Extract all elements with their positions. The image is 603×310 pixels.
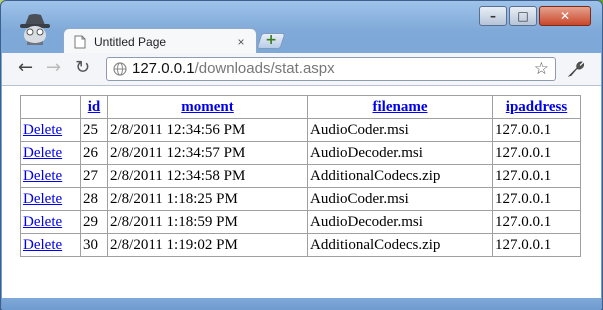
downloads-table: id moment filename ipaddress Delete 25 2/8…: [20, 95, 581, 257]
cell-filename: AudioCoder.msi: [307, 118, 493, 142]
cell-ipaddress: 127.0.0.1: [492, 164, 581, 188]
cell-filename: AdditionalCodecs.zip: [307, 164, 493, 188]
tab-title: Untitled Page: [94, 34, 167, 49]
url-text: 127.0.0.1/downloads/stat.aspx: [132, 60, 335, 78]
header-filename: filename: [307, 95, 493, 119]
globe-icon: [113, 62, 127, 76]
delete-link[interactable]: Delete: [23, 168, 62, 184]
minimize-button[interactable]: –: [479, 6, 507, 26]
browser-toolbar: ← → ↻ 127.0.0.1/downloads/stat.aspx ☆: [2, 53, 601, 86]
table-row: Delete 26 2/8/2011 12:34:57 PM AudioDecoder…: [20, 141, 581, 165]
cell-ipaddress: 127.0.0.1: [492, 118, 581, 142]
url-host: 127.0.0.1: [132, 60, 195, 77]
cell-filename: AdditionalCodecs.zip: [307, 233, 493, 257]
bookmark-star-icon[interactable]: ☆: [534, 59, 549, 79]
cell-id: 26: [80, 141, 108, 165]
header-ipaddress: ipaddress: [492, 95, 581, 119]
new-tab-button[interactable]: +: [256, 32, 286, 49]
address-bar[interactable]: 127.0.0.1/downloads/stat.aspx ☆: [106, 57, 556, 81]
window-bottom-frame: [2, 298, 601, 310]
cell-action: Delete: [20, 187, 81, 211]
cell-action: Delete: [20, 118, 81, 142]
delete-link[interactable]: Delete: [23, 237, 62, 253]
maximize-button[interactable]: □: [509, 6, 537, 26]
reload-icon[interactable]: ↻: [75, 59, 90, 77]
sort-id-link[interactable]: id: [88, 99, 101, 115]
cell-id: 29: [80, 210, 108, 234]
page-content: id moment filename ipaddress Delete 25 2/8…: [2, 86, 601, 298]
header-moment: moment: [107, 95, 308, 119]
plus-icon: +: [265, 32, 278, 48]
forward-arrow-icon[interactable]: →: [46, 59, 61, 77]
page-icon: [74, 35, 86, 48]
sort-ipaddress-link[interactable]: ipaddress: [506, 99, 567, 115]
browser-window: – □ ✕ Untitled Page × + ← → ↻ 127.0.0.1/…: [0, 0, 603, 310]
cell-ipaddress: 127.0.0.1: [492, 233, 581, 257]
cell-ipaddress: 127.0.0.1: [492, 187, 581, 211]
cell-moment: 2/8/2011 1:18:25 PM: [107, 187, 308, 211]
delete-link[interactable]: Delete: [23, 214, 62, 230]
header-action: [20, 95, 81, 119]
cell-ipaddress: 127.0.0.1: [492, 210, 581, 234]
url-path: /downloads/stat.aspx: [194, 60, 335, 77]
cell-moment: 2/8/2011 12:34:56 PM: [107, 118, 308, 142]
table-row: Delete 28 2/8/2011 1:18:25 PM AudioCoder.ms…: [20, 187, 581, 211]
cell-ipaddress: 127.0.0.1: [492, 141, 581, 165]
cell-id: 28: [80, 187, 108, 211]
header-id: id: [80, 95, 108, 119]
cell-action: Delete: [20, 141, 81, 165]
cell-filename: AudioDecoder.msi: [307, 210, 493, 234]
cell-moment: 2/8/2011 1:18:59 PM: [107, 210, 308, 234]
cell-filename: AudioCoder.msi: [307, 187, 493, 211]
incognito-icon: [20, 14, 50, 45]
table-header-row: id moment filename ipaddress: [20, 95, 581, 119]
delete-link[interactable]: Delete: [23, 145, 62, 161]
cell-id: 25: [80, 118, 108, 142]
table-row: Delete 29 2/8/2011 1:18:59 PM AudioDecoder.…: [20, 210, 581, 234]
sort-moment-link[interactable]: moment: [181, 99, 234, 115]
cell-moment: 2/8/2011 1:19:02 PM: [107, 233, 308, 257]
back-arrow-icon[interactable]: ←: [18, 59, 33, 77]
tab-close-icon[interactable]: ×: [234, 35, 248, 49]
cell-id: 30: [80, 233, 108, 257]
cell-action: Delete: [20, 210, 81, 234]
delete-link[interactable]: Delete: [23, 191, 62, 207]
tab-untitled-page[interactable]: Untitled Page ×: [63, 28, 257, 54]
cell-moment: 2/8/2011 12:34:57 PM: [107, 141, 308, 165]
table-row: Delete 25 2/8/2011 12:34:56 PM AudioCoder.m…: [20, 118, 581, 142]
cell-action: Delete: [20, 164, 81, 188]
wrench-icon[interactable]: [566, 59, 586, 79]
close-button[interactable]: ✕: [539, 6, 591, 26]
cell-filename: AudioDecoder.msi: [307, 141, 493, 165]
cell-moment: 2/8/2011 12:34:58 PM: [107, 164, 308, 188]
cell-id: 27: [80, 164, 108, 188]
sort-filename-link[interactable]: filename: [373, 99, 428, 115]
table-row: Delete 27 2/8/2011 12:34:58 PM AdditionalCo…: [20, 164, 581, 188]
delete-link[interactable]: Delete: [23, 122, 62, 138]
cell-action: Delete: [20, 233, 81, 257]
table-row: Delete 30 2/8/2011 1:19:02 PM AdditionalCod…: [20, 233, 581, 257]
